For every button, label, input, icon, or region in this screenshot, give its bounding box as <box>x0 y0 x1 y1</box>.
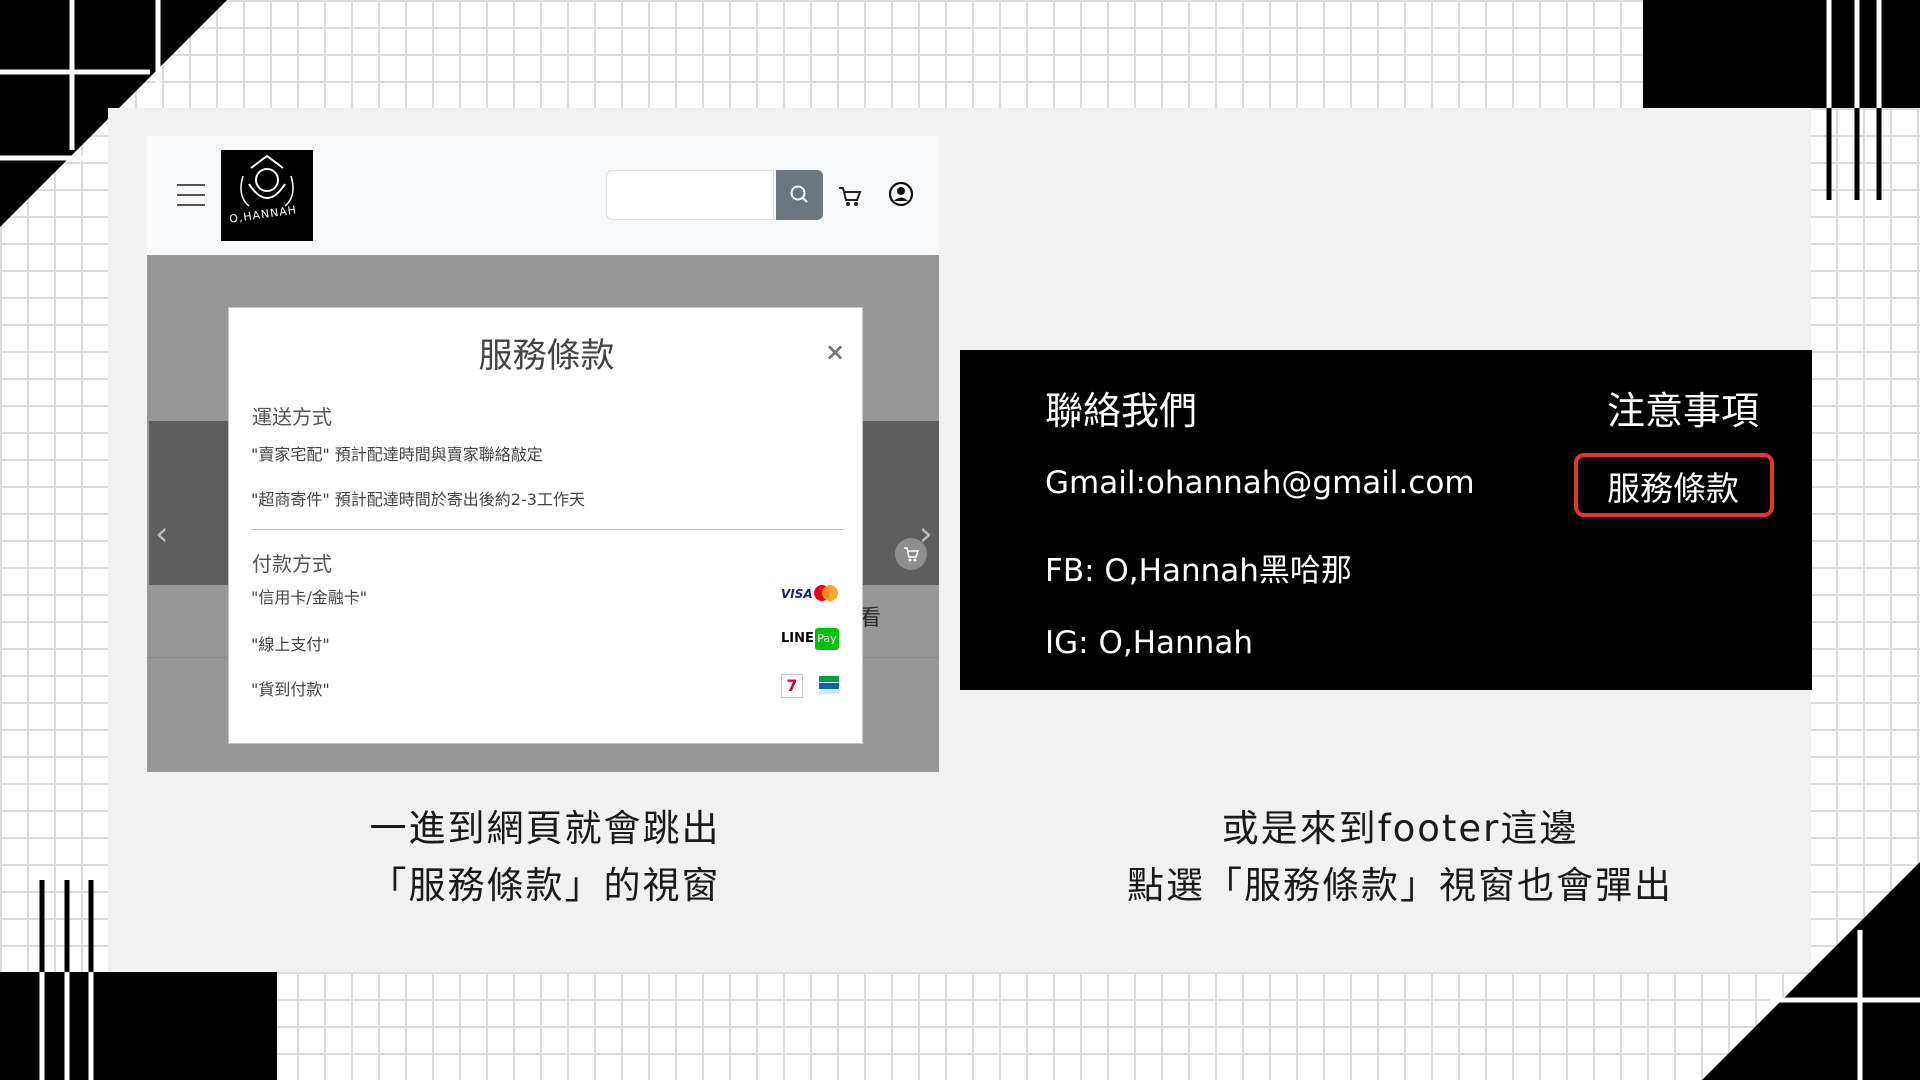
user-icon[interactable] <box>888 181 914 207</box>
fb-link[interactable]: FB: O,Hannah黑哈那 <box>1045 545 1352 590</box>
cart-icon[interactable] <box>837 184 863 208</box>
line-pay-text: LINE <box>781 631 814 646</box>
shipping-item: "賣家宅配" 預計配達時間與賣家聯絡敲定 <box>251 445 543 464</box>
menu-icon[interactable] <box>177 184 205 208</box>
modal-title: 服務條款 <box>478 336 615 376</box>
caption-right-line-2: 點選「服務條款」視窗也會彈出 <box>1127 864 1673 907</box>
payment-item: "線上支付" <box>251 635 330 654</box>
search-input[interactable] <box>606 170 774 220</box>
search-icon <box>790 185 808 203</box>
terms-modal: 服務條款 × 運送方式 "賣家宅配" 預計配達時間與賣家聯絡敲定 "超商寄件" … <box>228 307 863 744</box>
notes-heading: 注意事項 <box>1607 389 1760 433</box>
ig-link[interactable]: IG: O,Hannah <box>1045 625 1253 661</box>
search-button[interactable] <box>776 170 823 220</box>
add-to-cart-button[interactable] <box>895 538 927 570</box>
carousel-prev-icon[interactable]: ‹ <box>155 514 169 554</box>
contact-heading: 聯絡我們 <box>1045 389 1198 433</box>
line-pay-badge: Pay <box>815 628 839 650</box>
line-pay-icon: LINE Pay <box>781 628 839 652</box>
terms-of-service-link[interactable]: 服務條款 <box>1607 462 1739 510</box>
navbar: O,HANNAH <box>147 136 939 255</box>
familymart-icon <box>819 676 839 694</box>
store-logos: 7 <box>781 674 839 698</box>
visa-icon: VISA <box>781 587 813 601</box>
payment-item: "信用卡/金融卡" <box>251 588 368 607</box>
caption-left-line-1: 一進到網頁就會跳出 <box>369 807 721 850</box>
gmail-text: Gmail:ohannah@gmail.com <box>1045 465 1475 501</box>
caption-right-line-1: 或是來到footer這邊 <box>1221 807 1579 850</box>
website-screenshot: O,HANNAH ‹ › 看 服務條款 × 運送方式 "賣家宅配" 預計配達時間… <box>147 136 939 772</box>
payment-heading: 付款方式 <box>252 552 332 576</box>
product-image-left <box>149 421 229 585</box>
site-footer: 聯絡我們 注意事項 Gmail:ohannah@gmail.com FB: O,… <box>960 350 1812 690</box>
payment-item: "貨到付款" <box>251 680 330 699</box>
logo-icon <box>240 154 294 207</box>
mastercard-icon <box>814 585 838 601</box>
close-icon[interactable]: × <box>825 338 845 366</box>
card-logos: VISA <box>781 584 839 608</box>
site-logo[interactable]: O,HANNAH <box>221 150 313 241</box>
cart-icon <box>904 547 920 562</box>
shipping-heading: 運送方式 <box>252 405 332 429</box>
caption-left-line-2: 「服務條款」的視窗 <box>369 864 721 907</box>
shipping-item: "超商寄件" 預計配達時間於寄出後約2-3工作天 <box>251 490 585 509</box>
seven-eleven-icon: 7 <box>781 674 803 698</box>
modal-divider <box>251 529 843 530</box>
